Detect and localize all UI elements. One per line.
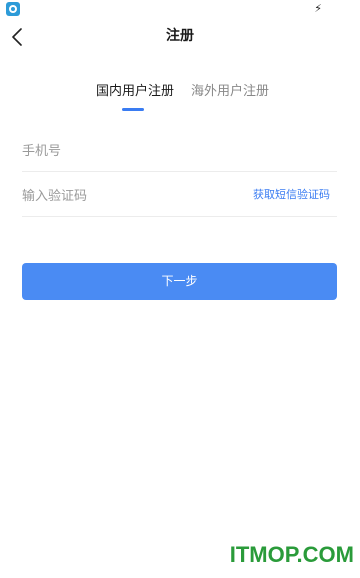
verification-code-input[interactable] — [22, 183, 242, 209]
app-notification-icon — [6, 2, 20, 16]
charging-icon: ⚡ — [314, 2, 322, 15]
next-step-button[interactable]: 下一步 — [22, 263, 337, 300]
tab-overseas-registration[interactable]: 海外用户注册 — [191, 82, 269, 102]
verification-code-field: 获取短信验证码 — [22, 175, 337, 217]
phone-input[interactable] — [22, 138, 242, 164]
registration-tabs: 国内用户注册 海外用户注册 — [0, 82, 360, 114]
watermark-logo: ITMOP.COM — [229, 542, 354, 567]
active-tab-indicator — [122, 108, 144, 111]
get-sms-code-button[interactable]: 获取短信验证码 — [253, 187, 330, 203]
phone-field — [22, 130, 337, 172]
navigation-bar: 注册 — [0, 18, 360, 56]
page-title: 注册 — [166, 28, 194, 44]
status-bar: ⚡ — [0, 0, 360, 18]
tab-domestic-registration[interactable]: 国内用户注册 — [96, 82, 174, 102]
